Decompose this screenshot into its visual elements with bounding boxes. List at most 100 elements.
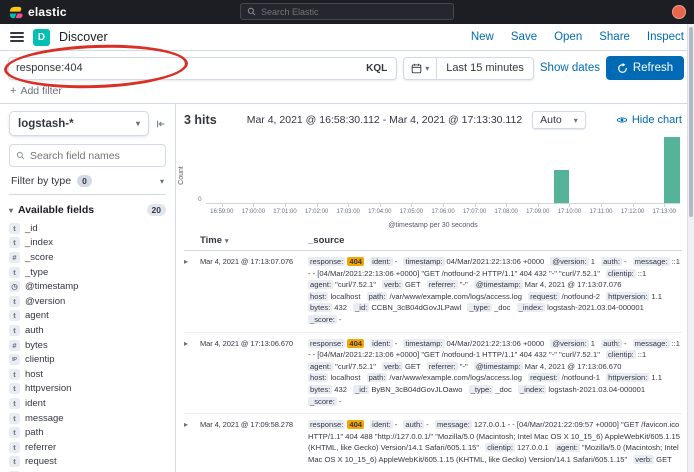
x-tick-mark [506, 203, 507, 207]
filter-count-badge: 0 [77, 175, 92, 187]
source-field-chip: auth: [601, 257, 622, 266]
x-tick-mark [443, 203, 444, 207]
user-avatar[interactable] [672, 5, 686, 19]
source-value: 1.1 [651, 292, 662, 301]
global-search[interactable] [240, 3, 454, 20]
field-item[interactable]: thost [9, 367, 166, 382]
search-icon [16, 151, 25, 160]
source-value: Mar 4, 2021 @ 17:13:07.076 [525, 280, 622, 289]
menu-icon[interactable] [10, 32, 24, 42]
field-type-icon: # [9, 340, 20, 351]
field-item[interactable]: t_type [9, 265, 166, 280]
histogram-bar[interactable] [554, 170, 570, 203]
query-language-button[interactable]: KQL [359, 63, 394, 74]
show-dates-button[interactable]: Show dates [540, 62, 600, 74]
row-time: Mar 4, 2021 @ 17:13:07.076 [200, 256, 308, 266]
new-button[interactable]: New [471, 31, 494, 43]
field-item[interactable]: treferrer [9, 440, 166, 455]
field-search-input[interactable] [30, 150, 159, 162]
x-tick-label: 17:00:00 [242, 209, 265, 215]
field-name: _type [25, 267, 48, 278]
x-tick-label: 17:12:00 [621, 209, 644, 215]
doc-rows: ▸Mar 4, 2021 @ 17:13:07.076response:404 … [184, 251, 682, 472]
time-column-header[interactable]: Time [200, 235, 222, 246]
time-range-button[interactable]: Last 15 minutes [437, 62, 533, 74]
available-fields-header[interactable]: ▾ Available fields 20 [9, 195, 166, 221]
field-item[interactable]: ◷@timestamp [9, 279, 166, 294]
source-field-chip: verb: [382, 280, 403, 289]
add-filter-button[interactable]: Add filter [20, 85, 61, 97]
source-value: _doc [494, 303, 510, 312]
source-column-header: _source [308, 235, 344, 246]
source-field-chip: ident: [370, 257, 393, 266]
chevron-down-icon: ▾ [136, 119, 140, 128]
field-item[interactable]: #bytes [9, 338, 166, 353]
field-item[interactable]: t_index [9, 236, 166, 251]
interval-value: Auto [540, 114, 562, 126]
source-field-chip: bytes: [308, 385, 332, 394]
global-search-input[interactable] [261, 7, 447, 17]
row-source: response:404 ident:- timestamp:04/Mar/20… [308, 338, 682, 408]
field-item[interactable]: trequest [9, 455, 166, 470]
hide-chart-button[interactable]: Hide chart [616, 114, 682, 126]
elastic-home-link[interactable]: elastic [8, 5, 67, 20]
source-field-chip: path: [367, 373, 388, 382]
query-input[interactable] [16, 62, 359, 74]
inspect-button[interactable]: Inspect [647, 31, 684, 43]
field-search-wrap [9, 144, 166, 167]
x-tick-label: 17:08:00 [495, 209, 518, 215]
share-button[interactable]: Share [599, 31, 630, 43]
scrollbar-thumb[interactable] [689, 27, 693, 217]
open-button[interactable]: Open [554, 31, 582, 43]
collapse-sidebar-icon[interactable] [156, 119, 166, 129]
expand-row-icon[interactable]: ▸ [184, 256, 200, 266]
filter-by-type-label: Filter by type [11, 175, 71, 187]
x-tick-mark [633, 203, 634, 207]
source-field-chip: message: [633, 339, 670, 348]
add-filter-icon: + [10, 85, 16, 97]
field-item[interactable]: #_score [9, 250, 166, 265]
scrollbar[interactable] [687, 24, 694, 472]
field-item[interactable]: t@version [9, 294, 166, 309]
index-pattern-label: logstash-* [18, 118, 74, 130]
x-tick-mark [664, 203, 665, 207]
discover-page: elastic D Discover New Save Open Share I… [0, 0, 694, 472]
source-value: 432 [334, 303, 347, 312]
field-type-icon: t [9, 223, 20, 234]
field-item[interactable]: tident [9, 396, 166, 411]
source-field-chip: bytes: [308, 303, 332, 312]
sort-desc-icon[interactable]: ▾ [225, 237, 229, 245]
source-value: "-" [460, 280, 468, 289]
source-value: GET [405, 280, 421, 289]
x-axis: 16:59:0017:00:0017:01:0017:02:0017:03:00… [206, 209, 680, 217]
discover-app-icon: D [33, 29, 50, 46]
field-item[interactable]: tauth [9, 323, 166, 338]
histogram-bar[interactable] [664, 137, 680, 203]
source-value: localhost [330, 292, 360, 301]
field-item[interactable]: tmessage [9, 411, 166, 426]
expand-row-icon[interactable]: ▸ [184, 419, 200, 429]
x-tick-mark [253, 203, 254, 207]
field-item[interactable]: t_id [9, 221, 166, 236]
source-field-chip: response: [308, 420, 345, 429]
index-pattern-select[interactable]: logstash-* ▾ [9, 111, 149, 136]
source-field-chip: _type: [469, 385, 494, 394]
field-item[interactable]: thttpversion [9, 382, 166, 397]
page-title: Discover [59, 30, 108, 44]
interval-select[interactable]: Auto ▾ [532, 111, 586, 129]
field-item[interactable]: tpath [9, 425, 166, 440]
source-field-chip: message: [435, 420, 472, 429]
field-name: path [25, 427, 44, 438]
refresh-button[interactable]: Refresh [606, 56, 684, 80]
source-field-chip: httpversion: [606, 292, 649, 301]
filter-bar: + Add filter [0, 84, 694, 103]
field-item[interactable]: tagent [9, 309, 166, 324]
expand-row-icon[interactable]: ▸ [184, 338, 200, 348]
histogram-chart[interactable]: Count 0 16:59:0017:00:0017:01:0017:02:00… [184, 134, 682, 230]
field-item[interactable]: IPclientip [9, 352, 166, 367]
source-field-chip: request: [528, 292, 559, 301]
eye-icon [616, 114, 628, 126]
calendar-dropdown-button[interactable]: ▾ [404, 58, 437, 79]
save-button[interactable]: Save [511, 31, 537, 43]
filter-by-type-button[interactable]: Filter by type 0 ▾ [9, 167, 166, 195]
